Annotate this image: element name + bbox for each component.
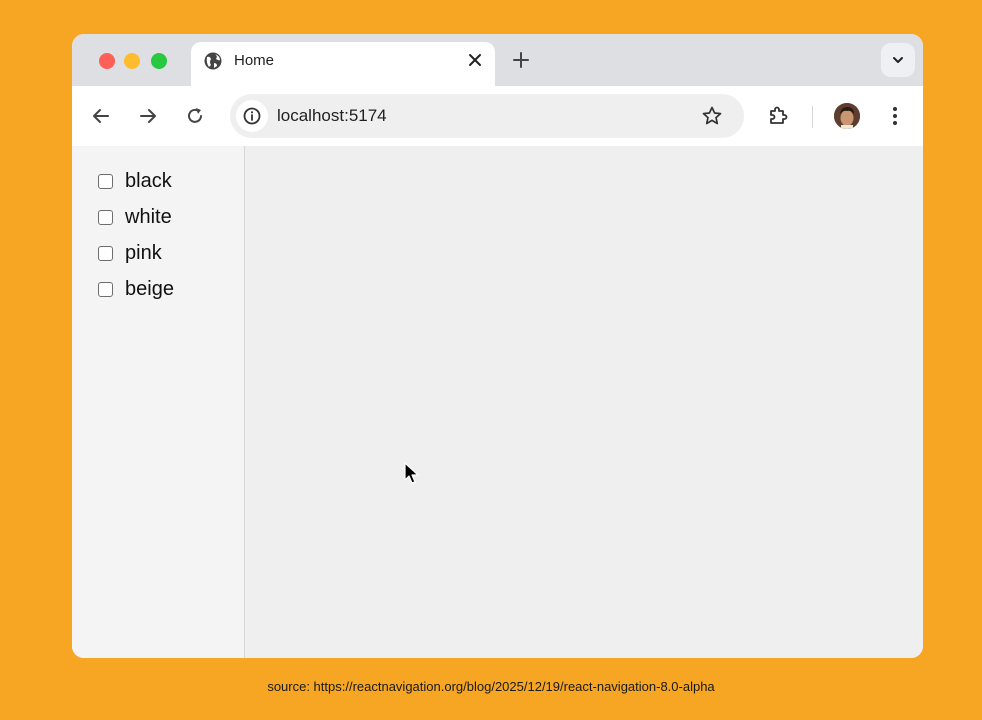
avatar-image: [834, 103, 860, 129]
extensions-puzzle-icon[interactable]: [766, 104, 790, 128]
toolbar-divider: [812, 106, 813, 128]
profile-avatar[interactable]: [834, 103, 860, 129]
close-window-button[interactable]: [99, 53, 115, 69]
reload-icon[interactable]: [185, 106, 205, 126]
tab-strip: Home: [72, 34, 923, 86]
bookmark-star-icon[interactable]: [701, 105, 723, 127]
info-icon: [243, 107, 261, 125]
globe-icon: [204, 52, 222, 70]
checkbox-option-pink[interactable]: pink: [98, 239, 238, 267]
forward-icon[interactable]: [138, 106, 158, 126]
checkbox[interactable]: [98, 245, 113, 261]
checkbox-label: pink: [125, 241, 162, 264]
url-text[interactable]: localhost:5174: [277, 106, 387, 126]
tab-title: Home: [234, 52, 275, 69]
page-content: black white pink beige: [72, 146, 923, 658]
minimize-window-button[interactable]: [124, 53, 140, 69]
checkbox-option-black[interactable]: black: [98, 167, 238, 195]
tab-search-button[interactable]: [881, 43, 915, 77]
new-tab-button[interactable]: [512, 51, 530, 69]
checkbox-label: beige: [125, 277, 174, 300]
chevron-down-icon: [893, 57, 903, 63]
back-icon[interactable]: [91, 106, 111, 126]
close-icon[interactable]: [467, 52, 483, 68]
checkbox-label: white: [125, 205, 172, 228]
browser-toolbar: localhost:5174: [72, 86, 923, 146]
checkbox[interactable]: [98, 281, 113, 297]
checkbox-option-beige[interactable]: beige: [98, 275, 238, 303]
checkbox[interactable]: [98, 173, 113, 189]
address-bar[interactable]: localhost:5174: [230, 94, 744, 138]
mouse-pointer-icon: [404, 462, 419, 484]
checkbox-label: black: [125, 169, 172, 192]
checkbox-option-white[interactable]: white: [98, 203, 238, 231]
tab-home[interactable]: Home: [191, 42, 495, 86]
browser-window: Home localhost:5174 black white pink bei…: [72, 34, 923, 658]
checkbox[interactable]: [98, 209, 113, 225]
kebab-menu-icon[interactable]: [886, 105, 904, 127]
source-caption: source: https://reactnavigation.org/blog…: [267, 679, 715, 694]
site-info-button[interactable]: [236, 100, 268, 132]
zoom-window-button[interactable]: [151, 53, 167, 69]
filter-sidebar: black white pink beige: [72, 146, 245, 658]
